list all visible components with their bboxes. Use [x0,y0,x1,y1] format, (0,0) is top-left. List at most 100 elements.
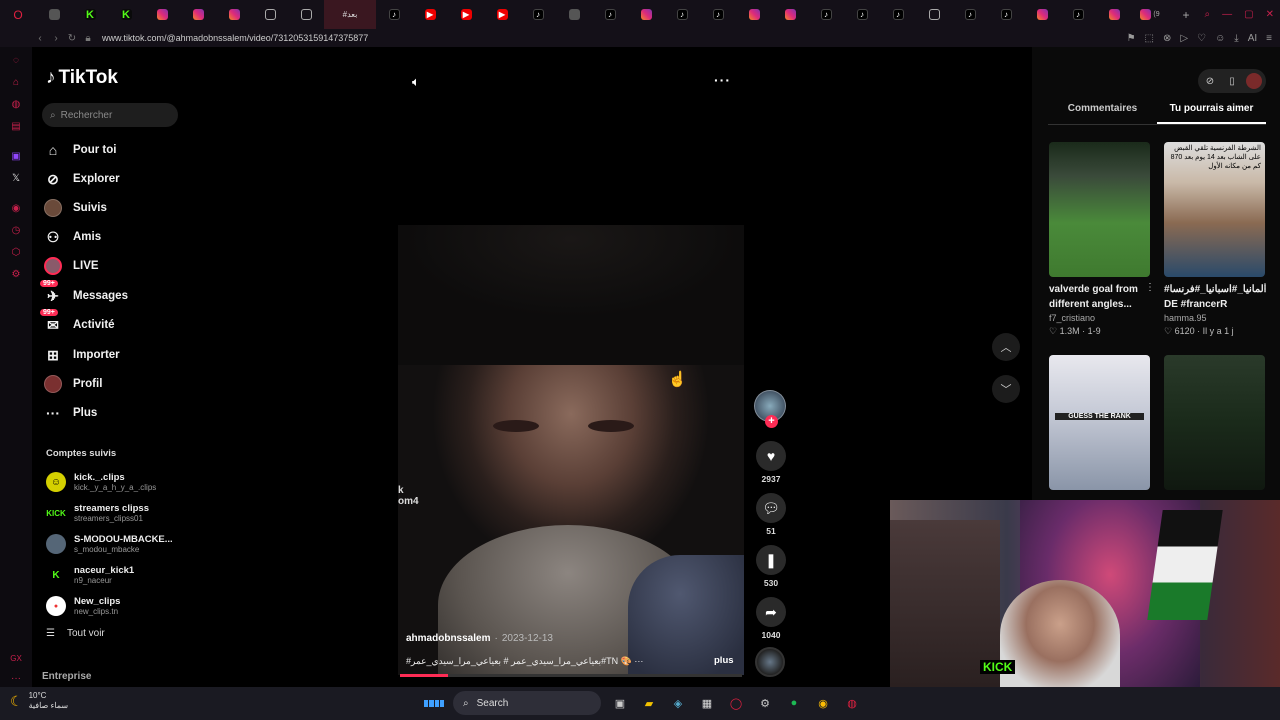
weather-widget[interactable]: ☾ 10°C سماء صافية [10,691,68,711]
tab-tiktok-9[interactable]: ♪ [952,0,988,29]
followed-account[interactable]: ● New_clips new_clips.tn [46,592,120,620]
tab-youtube-3[interactable]: ▶ [484,0,520,29]
tab-doc-3[interactable] [916,0,952,29]
settings-icon[interactable]: ⚙ [0,263,32,285]
x-icon[interactable]: 𝕏 [0,167,32,189]
forward-icon[interactable]: › [48,33,64,44]
video-author[interactable]: ahmadobnssalem [406,633,490,644]
tab-kick[interactable]: K [72,0,108,29]
more-options-icon[interactable]: ··· [714,72,731,88]
see-all-link[interactable]: ☰ Tout voir [46,628,105,639]
next-video-button[interactable]: ﹀ [992,375,1020,403]
bookmark-icon[interactable]: ⚑ [1127,33,1136,44]
nav-messages[interactable]: ✈ 99+ Messages [40,280,128,307]
taskbar-search[interactable]: ⌕ Search [453,691,601,715]
nav-explorer[interactable]: ⊘ Explorer [44,168,120,190]
tab-youtube-2[interactable]: ▶ [448,0,484,29]
chrome-icon[interactable]: ◉ [813,693,833,713]
maximize-icon[interactable]: ▢ [1244,9,1253,20]
spotify-icon[interactable]: ● [784,693,804,713]
company-link[interactable]: Entreprise [42,671,91,682]
nav-plus[interactable]: ··· Plus [44,402,97,424]
store-icon[interactable]: ▦ [697,693,717,713]
history-icon[interactable]: ◷ [0,219,32,241]
play-icon[interactable]: ▷ [1180,33,1188,44]
tiktok-logo[interactable]: ♪ TikTok [46,67,118,89]
file-explorer-icon[interactable]: ▰ [639,693,659,713]
messenger-icon[interactable]: ◍ [0,93,32,115]
nav-live[interactable]: LIVE [44,255,99,277]
tab-instagram-3[interactable] [216,0,252,29]
recommended-thumbnail[interactable] [1049,142,1150,277]
adblock-icon[interactable]: ⊗ [1163,33,1171,44]
new-tab-icon[interactable]: + [1168,0,1204,29]
tab-youtube[interactable]: ▶ [412,0,448,29]
recommended-item[interactable]: valverde goal from different angles... f… [1049,282,1157,337]
music-disc-icon[interactable] [755,647,785,677]
tab-instagram-2[interactable] [180,0,216,29]
tab-doc[interactable] [252,0,288,29]
tab-tiktok-2[interactable]: ♪ [520,0,556,29]
tab-generic-2[interactable] [556,0,592,29]
followed-account[interactable]: S-MODOU-MBACKE... s_modou_mbacke [46,530,173,558]
download-icon[interactable]: ⤓ [1234,33,1238,44]
nav-amis[interactable]: ⚇ Amis [44,226,101,248]
kebab-menu-icon[interactable]: ⋮ [1260,282,1270,293]
comment-action[interactable]: 💬︎ 51 [754,493,788,536]
tab-doc-2[interactable] [288,0,324,29]
tab-you-may-like[interactable]: Tu pourrais aimer [1157,103,1266,124]
sidebar-more-icon[interactable]: ··· [0,667,32,689]
opera-icon[interactable]: ◍ [842,693,862,713]
previous-video-button[interactable]: ︿ [992,333,1020,361]
followed-account[interactable]: K naceur_kick1 n9_naceur [46,561,134,589]
heart-icon[interactable]: ♥ [756,441,786,471]
tab-instagram-7[interactable] [1024,0,1060,29]
aria-icon[interactable]: AI [1248,33,1257,44]
tab-tiktok-8[interactable]: ♪ [880,0,916,29]
nav-activite[interactable]: ✉ 99+ Activité [40,309,115,336]
tab-tiktok[interactable]: ♪ [376,0,412,29]
news-icon[interactable]: ▤ [0,115,32,137]
opera-gx-icon[interactable]: ◯ [726,693,746,713]
tab-tiktok-4[interactable]: ♪ [664,0,700,29]
followed-account[interactable]: ☺ kick._.clips kick._y_a_h_y_a_.clips [46,468,156,496]
share-icon[interactable]: ➦ [756,597,786,627]
nav-profil[interactable]: Profil [44,373,102,395]
volume-icon[interactable]: 🔈︎ [412,74,420,90]
video-player[interactable]: k om4 [398,225,744,675]
device-icon[interactable]: ▯ [1224,73,1240,89]
followed-account[interactable]: KICK streamers clipss streamers_clipss01 [46,499,149,527]
kebab-menu-icon[interactable]: ⋮ [1145,282,1155,293]
compass-icon[interactable]: ⊘ [1202,73,1218,89]
nav-importer[interactable]: ⊞ Importer [44,344,120,366]
save-action[interactable]: ❚ 530 [754,545,788,588]
tab-tiktok-3[interactable]: ♪ [592,0,628,29]
windows-start-icon[interactable] [424,693,444,713]
caption-more-button[interactable]: plus [714,655,734,666]
recommended-thumbnail[interactable] [1164,355,1265,490]
back-icon[interactable]: ‹ [32,33,48,44]
copilot-icon[interactable]: ◈ [668,693,688,713]
reload-icon[interactable]: ↻ [64,33,80,44]
aria-sidebar-icon[interactable]: ◌ [0,49,32,71]
tab-instagram-6[interactable] [772,0,808,29]
opera-menu-icon[interactable]: O [0,0,36,29]
bookmark-icon[interactable]: ❚ [756,545,786,575]
menu-icon[interactable]: ≡ [1266,33,1272,44]
recommended-thumbnail[interactable]: الشرطة الفرنسية تلقي القبض على الشاب بعد… [1164,142,1265,277]
nav-pour-toi[interactable]: ⌂ Pour toi [44,139,117,161]
tab-instagram[interactable] [144,0,180,29]
url-field[interactable]: www.tiktok.com/@ahmadobnssalem/video/731… [102,33,368,43]
tab-instagram-4[interactable] [628,0,664,29]
tab-instagram-group[interactable]: (9 [1132,0,1168,29]
like-action[interactable]: ♥ 2937 [754,441,788,484]
tab-active-tiktok[interactable]: #بعد [324,0,376,29]
extensions-icon[interactable]: ⬡ [0,241,32,263]
tab-tiktok-6[interactable]: ♪ [808,0,844,29]
screenshot-icon[interactable]: ⬚ [1145,33,1154,44]
twitch-icon[interactable]: ▣ [0,145,32,167]
vpn-icon[interactable]: GX [0,647,32,669]
video-progress-bar[interactable] [400,674,742,677]
recommended-thumbnail[interactable]: GUESS THE RANK [1049,355,1150,490]
tab-kick-2[interactable]: K [108,0,144,29]
